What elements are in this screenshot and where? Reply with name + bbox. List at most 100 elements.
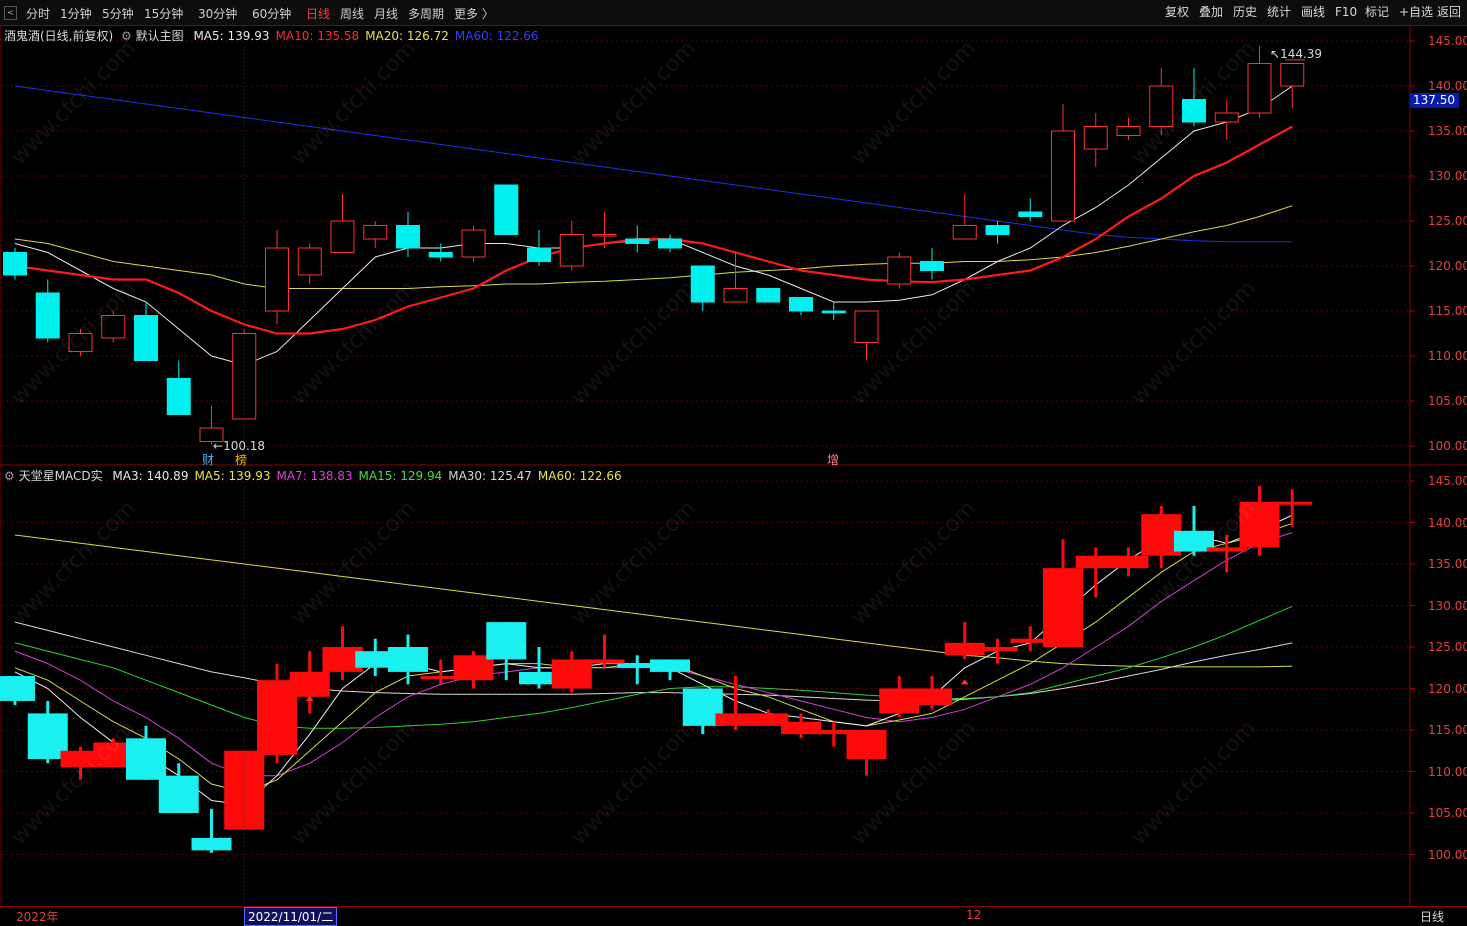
candle-body xyxy=(756,288,781,303)
current-price-badge: 137.50 xyxy=(1410,93,1459,108)
period-indicator[interactable]: 日线 xyxy=(1420,908,1444,925)
candle-body xyxy=(461,229,486,258)
price-axis-label: 115.00 xyxy=(1428,304,1467,318)
sub-candle-body xyxy=(0,676,35,701)
sub-ma-label: MA60: 122.66 xyxy=(537,469,622,483)
sub-candle-body xyxy=(1272,501,1313,505)
main-ma-label: MA60: 122.66 xyxy=(454,29,539,43)
ranking-marker[interactable]: 榜 xyxy=(235,451,247,468)
sub-ma-label: MA15: 129.94 xyxy=(358,469,443,483)
price-axis-label: 135.00 xyxy=(1428,124,1467,138)
candle-body xyxy=(527,247,551,262)
candle-body xyxy=(592,234,617,237)
sub-candle-body xyxy=(650,659,690,672)
candle-body xyxy=(1018,211,1043,217)
ma10-line xyxy=(14,125,1293,335)
candle-body xyxy=(3,252,27,276)
candle-body xyxy=(265,247,289,312)
candle-body xyxy=(1116,126,1141,136)
watermark-text: www.cfchi.com xyxy=(7,496,141,630)
toolbar-button[interactable]: +自选 xyxy=(1395,3,1437,21)
toolbar-button[interactable]: 画线 xyxy=(1297,3,1329,21)
price-axis-label: 125.00 xyxy=(1428,640,1467,654)
watermark-text: www.cfchi.com xyxy=(567,496,701,630)
period-tab[interactable]: 日线 xyxy=(306,5,330,22)
sub-candle-body xyxy=(289,671,330,697)
watermark-text: www.cfchi.com xyxy=(1127,276,1261,410)
candle-body xyxy=(396,225,420,249)
price-axis-label: 105.00 xyxy=(1428,394,1467,408)
indicator-title[interactable]: 天堂星MACD实 xyxy=(19,469,103,483)
month-label: 12 xyxy=(966,908,982,922)
candle-body xyxy=(789,297,813,312)
main-chart-header: 酒鬼酒(日线,前复权) ⚙ 默认主图 MA5: 139.93 MA10: 135.… xyxy=(4,27,539,44)
period-tab[interactable]: 15分钟 xyxy=(144,5,183,22)
period-tab[interactable]: 5分钟 xyxy=(102,5,134,22)
period-tab[interactable]: 周线 xyxy=(340,5,364,22)
period-toolbar: < 分时 1分钟 5分钟 15分钟 30分钟 60分钟 日线 周线 月线 多周期 更多 〉 复权 叠加… xyxy=(0,0,1467,26)
sub-candle-body xyxy=(191,837,232,851)
candle-body xyxy=(166,378,191,415)
finance-marker[interactable]: 财 xyxy=(202,451,214,468)
toolbar-button[interactable]: 历史 xyxy=(1229,3,1261,21)
candle-body xyxy=(625,238,650,244)
period-tab[interactable]: 1分钟 xyxy=(60,5,92,22)
watermark-text: www.cfchi.com xyxy=(1127,716,1261,850)
sub-candle-body xyxy=(584,659,625,664)
period-tab[interactable]: 60分钟 xyxy=(252,5,291,22)
candle-body xyxy=(35,292,60,339)
candle-body xyxy=(821,310,846,314)
stock-title[interactable]: 酒鬼酒(日线,前复权) xyxy=(4,29,113,43)
period-tab[interactable]: 分时 xyxy=(26,5,50,22)
template-name[interactable]: 默认主图 xyxy=(136,29,184,43)
candle-body xyxy=(920,261,944,271)
sub-candle-body xyxy=(126,738,166,780)
toolbar-button[interactable]: F10 xyxy=(1331,3,1361,21)
sub-ma-label: MA5: 139.93 xyxy=(194,469,271,483)
toolbar-button[interactable]: 叠加 xyxy=(1195,3,1227,21)
price-axis-label: 140.00 xyxy=(1428,515,1467,530)
period-tab[interactable]: 30分钟 xyxy=(198,5,237,22)
high-price-label: ↖144.39 xyxy=(1270,47,1323,61)
back-arrow-icon[interactable]: < xyxy=(4,6,17,20)
sub-ma-label: MA3: 140.89 xyxy=(112,469,189,483)
price-axis-label: 100.00 xyxy=(1428,847,1467,862)
candle-body xyxy=(723,288,748,303)
toolbar-button[interactable]: 统计 xyxy=(1263,3,1295,21)
sub-ma-label: MA30: 125.47 xyxy=(448,469,532,483)
candle-body xyxy=(1280,63,1305,87)
toolbar-button[interactable]: 复权 xyxy=(1161,3,1193,21)
candle-body xyxy=(952,225,977,240)
sub-candle-body xyxy=(486,622,527,660)
toolbar-button[interactable]: 返回 xyxy=(1433,3,1465,21)
price-axis-label: 130.00 xyxy=(1428,598,1467,613)
signal-arrow-icon xyxy=(960,679,969,685)
sub-ma-label: MA7: 138.83 xyxy=(276,469,353,483)
chart-area[interactable]: www.cfchi.com www.cfchi.com www.cfchi.com w… xyxy=(0,26,1467,906)
toolbar-button[interactable]: 标记 xyxy=(1361,3,1393,21)
price-axis-label: 105.00 xyxy=(1428,806,1467,820)
date-axis: 2022年 2022/11/01/二 12 日线 xyxy=(0,906,1467,926)
sub-candle-body xyxy=(551,659,592,689)
indicator-settings-icon[interactable]: ⚙ xyxy=(4,469,15,483)
ma20-line xyxy=(14,205,1293,289)
period-tab[interactable]: 月线 xyxy=(374,5,398,22)
watermark-text: www.cfchi.com xyxy=(287,496,421,630)
candle-body xyxy=(1214,112,1239,123)
ma60-line xyxy=(14,85,1293,243)
price-axis-label: 130.00 xyxy=(1428,169,1467,183)
sub-candle-body xyxy=(1108,555,1149,569)
period-tab[interactable]: 更多 〉 xyxy=(454,5,494,22)
candle-body xyxy=(1083,126,1108,150)
candle-body xyxy=(985,225,1010,235)
sub-candle-body xyxy=(1043,568,1083,647)
price-axis-label: 145.00 xyxy=(1428,474,1467,488)
main-ma-label: MA10: 135.58 xyxy=(275,29,360,43)
period-tab[interactable]: 多周期 xyxy=(408,5,444,22)
increase-marker[interactable]: 增 xyxy=(827,451,839,468)
watermark-text: www.cfchi.com xyxy=(1127,36,1261,170)
candle-body xyxy=(887,256,912,285)
sub-candle-body xyxy=(846,730,887,760)
template-settings-icon[interactable]: ⚙ xyxy=(121,29,132,43)
price-axis-label: 120.00 xyxy=(1428,681,1467,696)
